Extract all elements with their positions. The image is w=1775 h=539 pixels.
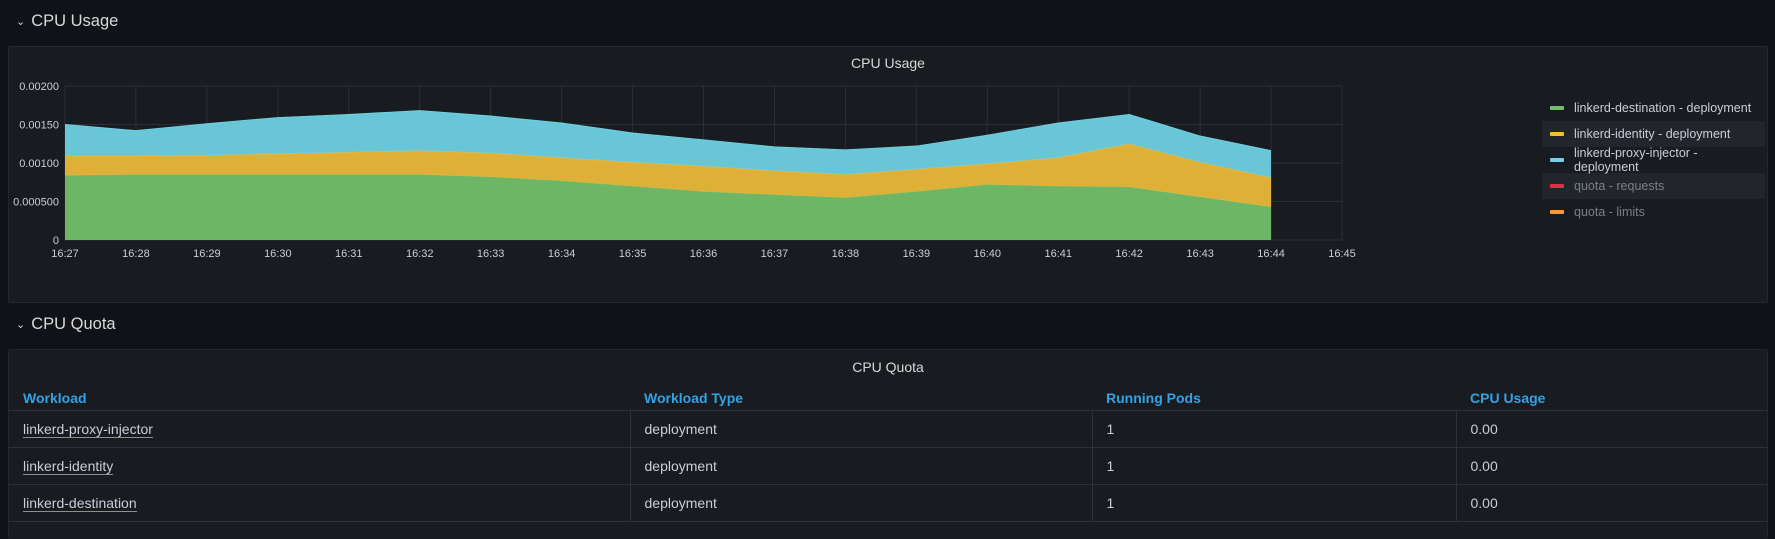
chart-legend: linkerd-destination - deployment linkerd… [1542, 95, 1765, 225]
y-tick-label: 0.00150 [19, 120, 59, 132]
x-tick-label: 16:44 [1257, 248, 1285, 260]
legend-label: quota - limits [1574, 205, 1645, 219]
x-tick-label: 16:28 [122, 248, 150, 260]
workload-link[interactable]: linkerd-identity [23, 458, 114, 475]
workload-link[interactable]: linkerd-destination [23, 495, 137, 512]
x-tick-label: 16:34 [548, 248, 576, 260]
cpu-usage-panel: CPU Usage 0 0.000500 0.00100 0.00150 0.00200… [8, 46, 1768, 303]
legend-item-linkerd-identity[interactable]: linkerd-identity - deployment [1542, 121, 1765, 147]
legend-item-linkerd-proxy-injector[interactable]: linkerd-proxy-injector - deployment [1542, 146, 1765, 174]
x-tick-label: 16:27 [51, 248, 79, 260]
legend-swatch [1550, 106, 1564, 110]
x-tick-label: 16:45 [1328, 248, 1356, 260]
table-row: linkerd-proxy-injector deployment 1 0.00 [9, 410, 1767, 448]
workload-cell: linkerd-proxy-injector [9, 410, 631, 448]
legend-swatch [1550, 132, 1564, 136]
table-header-row: Workload Workload Type Running Pods CPU … [9, 386, 1767, 411]
legend-item-quota-limits[interactable]: quota - limits [1542, 199, 1765, 225]
x-tick-label: 16:39 [903, 248, 931, 260]
column-header-workload-type[interactable]: Workload Type [630, 386, 1092, 411]
y-tick-label: 0.00100 [19, 158, 59, 170]
legend-item-quota-requests[interactable]: quota - requests [1542, 173, 1765, 199]
x-tick-label: 16:32 [406, 248, 434, 260]
row-title: CPU Usage [31, 11, 119, 30]
running-pods-cell: 1 [1092, 410, 1457, 448]
x-tick-label: 16:43 [1186, 248, 1214, 260]
x-tick-label: 16:29 [193, 248, 221, 260]
x-tick-label: 16:30 [264, 248, 292, 260]
row-header-cpu-quota[interactable]: ⌄ CPU Quota [16, 311, 116, 337]
running-pods-cell: 1 [1092, 484, 1457, 522]
y-tick-label: 0.000500 [13, 197, 59, 209]
legend-swatch [1550, 158, 1564, 162]
table-row: linkerd-identity deployment 1 0.00 [9, 447, 1767, 485]
column-header-workload[interactable]: Workload [9, 386, 630, 411]
quota-table: Workload Workload Type Running Pods CPU … [9, 386, 1767, 522]
x-tick-label: 16:35 [619, 248, 647, 260]
row-header-cpu-usage[interactable]: ⌄ CPU Usage [16, 8, 118, 34]
cpu-quota-panel: CPU Quota Workload Workload Type Running… [8, 349, 1768, 539]
legend-swatch [1550, 210, 1564, 214]
legend-label: linkerd-destination - deployment [1574, 101, 1752, 115]
row-title: CPU Quota [31, 314, 116, 333]
x-tick-label: 16:41 [1044, 248, 1072, 260]
legend-item-linkerd-destination[interactable]: linkerd-destination - deployment [1542, 95, 1765, 121]
x-tick-label: 16:42 [1115, 248, 1143, 260]
x-tick-label: 16:37 [761, 248, 789, 260]
x-tick-label: 16:36 [690, 248, 718, 260]
column-header-running-pods[interactable]: Running Pods [1092, 386, 1456, 411]
cpu-usage-cell: 0.00 [1456, 484, 1767, 522]
x-tick-label: 16:38 [832, 248, 860, 260]
legend-label: quota - requests [1574, 179, 1665, 193]
workload-type-cell: deployment [630, 410, 1093, 448]
legend-label: linkerd-proxy-injector - deployment [1573, 146, 1698, 174]
workload-cell: linkerd-identity [9, 447, 631, 485]
workload-type-cell: deployment [630, 447, 1093, 485]
cpu-usage-chart[interactable]: 0 0.000500 0.00100 0.00150 0.00200 16:27 16:28… [9, 47, 1529, 304]
y-tick-label: 0 [53, 235, 59, 247]
cpu-usage-cell: 0.00 [1456, 447, 1767, 485]
table-row: linkerd-destination deployment 1 0.00 [9, 484, 1767, 522]
workload-cell: linkerd-destination [9, 484, 631, 522]
legend-label: linkerd-identity - deployment [1574, 127, 1731, 141]
x-tick-label: 16:40 [974, 248, 1002, 260]
workload-link[interactable]: linkerd-proxy-injector [23, 421, 153, 438]
chevron-down-icon: ⌄ [16, 318, 26, 331]
legend-swatch [1550, 184, 1564, 188]
panel-title: CPU Quota [852, 359, 924, 375]
x-tick-label: 16:33 [477, 248, 505, 260]
y-tick-label: 0.00200 [19, 81, 59, 93]
cpu-usage-cell: 0.00 [1456, 410, 1767, 448]
x-tick-label: 16:31 [335, 248, 363, 260]
chevron-down-icon: ⌄ [16, 15, 26, 28]
column-header-cpu-usage[interactable]: CPU Usage [1456, 386, 1767, 411]
workload-type-cell: deployment [630, 484, 1093, 522]
running-pods-cell: 1 [1092, 447, 1457, 485]
